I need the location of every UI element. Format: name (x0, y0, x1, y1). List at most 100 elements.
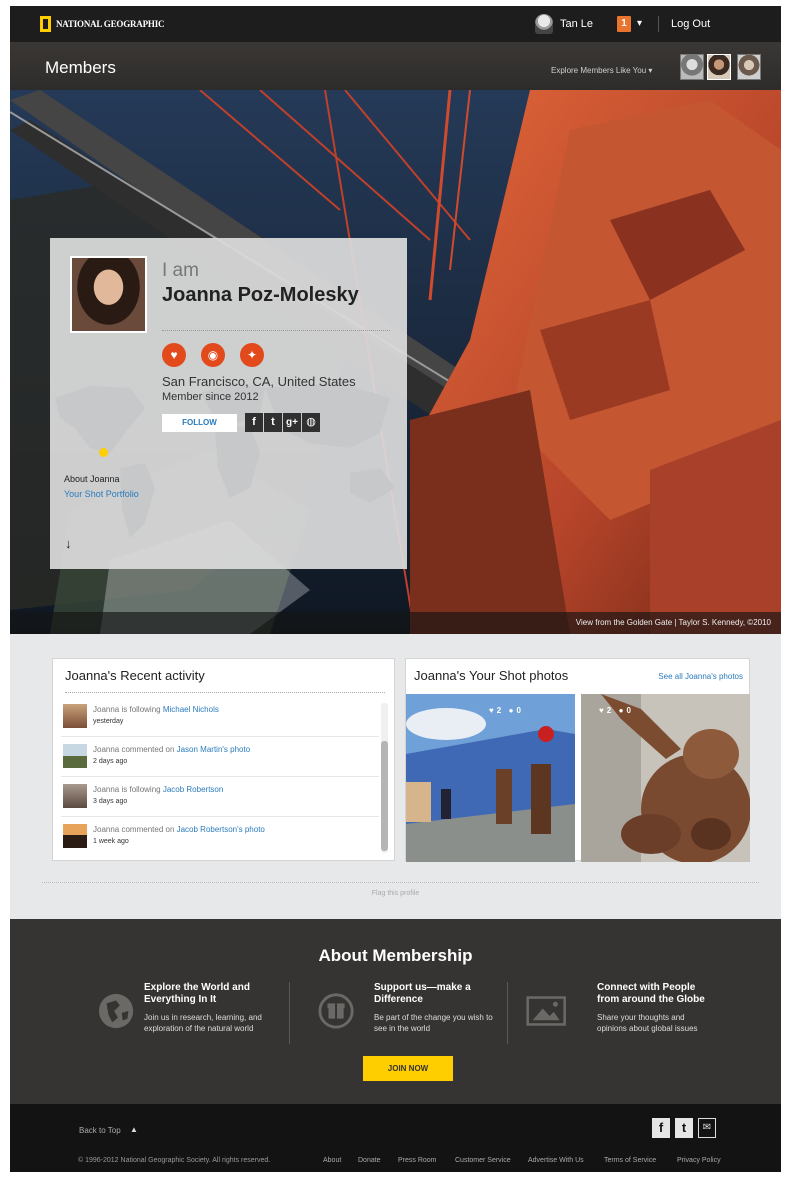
your-shot-photos-panel: Joanna's Your Shot photos See all Joanna… (405, 658, 750, 862)
facebook-icon[interactable]: f (245, 413, 263, 432)
activity-thumbnail[interactable] (63, 784, 87, 808)
activity-time: yesterday (93, 718, 124, 725)
activity-time: 2 days ago (93, 758, 128, 765)
twitter-icon[interactable]: t (264, 413, 282, 432)
activity-text: Joanna is following Michael Nichols (93, 705, 219, 714)
activity-time: 3 days ago (93, 798, 128, 805)
footer-link-terms[interactable]: Terms of Service (604, 1157, 656, 1164)
email-icon[interactable]: ✉ (698, 1118, 716, 1138)
members-header: Members Explore Members Like You ▾ (10, 42, 781, 90)
photos-title: Joanna's Your Shot photos (414, 668, 569, 683)
member-thumbnail-2[interactable] (707, 54, 731, 80)
bird-badge-icon[interactable]: ✦ (240, 343, 264, 367)
column-body: Join us in research, learning, and explo… (144, 1013, 262, 1033)
heart-icon: ♥ (489, 706, 494, 715)
divider (61, 736, 379, 737)
footer-link-press-room[interactable]: Press Room (398, 1157, 437, 1164)
national-geographic-logo[interactable]: NATIONAL GEOGRAPHIC (40, 16, 164, 32)
globe-icon[interactable]: ◍ (302, 413, 320, 432)
footer-link-about[interactable]: About (323, 1157, 341, 1164)
comment-icon: ● (508, 706, 514, 715)
divider (61, 816, 379, 817)
activity-item: Joanna commented on Jason Martin's photo… (61, 739, 379, 777)
page-frame: NATIONAL GEOGRAPHIC Tan Le 1 ▾ Log Out M… (10, 6, 781, 1148)
activity-text: Joanna commented on Jacob Robertson's ph… (93, 825, 265, 834)
location-pin-icon (99, 448, 108, 457)
activity-thumbnail[interactable] (63, 704, 87, 728)
heart-badge-icon[interactable]: ♥ (162, 343, 186, 367)
column-body: Share your thoughts and opinions about g… (597, 1013, 698, 1033)
user-menu[interactable]: Tan Le (535, 14, 593, 34)
back-to-top-link[interactable]: Back to Top (79, 1126, 121, 1135)
comment-icon: ● (618, 706, 624, 715)
photo-stats: ♥ 2 ● 0 (489, 706, 524, 715)
world-map-icon (55, 383, 395, 538)
photo-image (581, 694, 750, 862)
photo-stats: ♥ 2 ● 0 (599, 706, 634, 715)
about-membership-section: About Membership Explore the World and E… (10, 919, 781, 1104)
section-title: About Membership (318, 946, 473, 965)
member-thumbnail-3[interactable] (737, 54, 761, 80)
facebook-icon[interactable]: f (652, 1118, 670, 1138)
caption-bar: View from the Golden Gate | Taylor S. Ke… (10, 612, 781, 634)
profile-card: I am Joanna Poz-Molesky ♥ ◉ ✦ San Franci… (50, 238, 407, 569)
column-body: Be part of the change you wish to see in… (374, 1013, 493, 1033)
see-all-photos-link[interactable]: See all Joanna's photos (658, 672, 743, 681)
activity-link[interactable]: Jacob Robertson's photo (177, 825, 265, 834)
comments-count: 0 (516, 706, 521, 715)
activity-thumbnail[interactable] (63, 744, 87, 768)
camera-badge-icon[interactable]: ◉ (201, 343, 225, 367)
photo-blue-building[interactable]: ♥ 2 ● 0 (406, 694, 575, 862)
divider (289, 982, 290, 1044)
photo-caption: View from the Golden Gate | Taylor S. Ke… (575, 618, 771, 627)
activity-item: Joanna commented on Jacob Robertson's ph… (61, 819, 379, 857)
likes-count: 2 (606, 706, 612, 715)
profile-intro: I am (162, 260, 199, 281)
google-plus-icon[interactable]: g+ (283, 413, 301, 432)
gift-icon (318, 993, 354, 1029)
divider (507, 982, 508, 1044)
activity-link[interactable]: Jacob Robertson (163, 785, 223, 794)
explore-members-dropdown[interactable]: Explore Members Like You ▾ (551, 66, 652, 75)
comments-count: 0 (626, 706, 631, 715)
activity-thumbnail[interactable] (63, 824, 87, 848)
recent-activity-panel: Joanna's Recent activity Joanna is follo… (52, 658, 395, 861)
logout-link[interactable]: Log Out (671, 18, 710, 30)
arrow-down-icon[interactable]: ↓ (65, 536, 72, 551)
divider (65, 692, 385, 693)
footer-link-donate[interactable]: Donate (358, 1157, 381, 1164)
column-heading: Explore the World and Everything In It (144, 982, 250, 1005)
activity-link[interactable]: Jason Martin's photo (177, 745, 251, 754)
portfolio-link[interactable]: Your Shot Portfolio (64, 489, 139, 499)
divider (61, 776, 379, 777)
chevron-down-icon[interactable]: ▾ (637, 16, 642, 32)
footer-link-advertise[interactable]: Advertise With Us (528, 1157, 584, 1164)
profile-location: San Francisco, CA, United States (162, 374, 356, 389)
user-name[interactable]: Tan Le (560, 18, 593, 30)
top-navigation-bar: NATIONAL GEOGRAPHIC Tan Le 1 ▾ Log Out (10, 6, 781, 42)
activity-item: Joanna is following Michael Nichols yest… (61, 699, 379, 737)
arrow-up-icon[interactable]: ▲ (130, 1125, 138, 1134)
user-avatar[interactable] (535, 14, 553, 34)
scrollbar-thumb[interactable] (381, 741, 388, 851)
photo-boys-playing[interactable]: ♥ 2 ● 0 (581, 694, 750, 862)
activity-text: Joanna commented on Jason Martin's photo (93, 745, 251, 754)
about-label: About Joanna (64, 474, 120, 484)
flag-profile-link[interactable]: Flag this profile (10, 890, 781, 897)
follow-button[interactable]: FOLLOW (162, 414, 237, 432)
notification-badge[interactable]: 1 (617, 16, 631, 32)
footer-link-privacy[interactable]: Privacy Policy (677, 1157, 721, 1164)
member-thumbnail-1[interactable] (680, 54, 704, 80)
photo-icon (526, 996, 566, 1026)
twitter-icon[interactable]: t (675, 1118, 693, 1138)
likes-count: 2 (496, 706, 502, 715)
activity-title: Joanna's Recent activity (65, 668, 205, 683)
page-title: Members (45, 58, 116, 77)
photo-image (406, 694, 575, 862)
footer-link-customer-service[interactable]: Customer Service (455, 1157, 511, 1164)
copyright: © 1996-2012 National Geographic Society.… (78, 1157, 271, 1164)
activity-link[interactable]: Michael Nichols (163, 705, 219, 714)
column-heading: Support us—make a Difference (374, 982, 471, 1005)
join-now-button[interactable]: JOIN NOW (363, 1056, 453, 1081)
logo-text: NATIONAL GEOGRAPHIC (56, 19, 165, 29)
